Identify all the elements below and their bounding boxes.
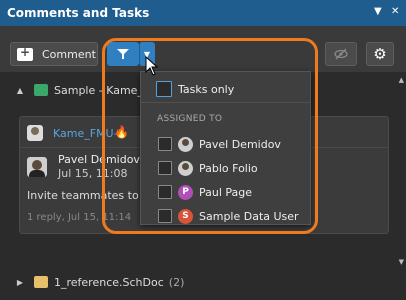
expanded-triangle-icon[interactable]: ▲ xyxy=(12,86,28,95)
pcb-document-icon xyxy=(34,84,48,96)
priority-icon: 🔥 xyxy=(114,125,129,139)
filter-dropdown-menu: Tasks only ASSIGNED TO Pavel Demidov Pab… xyxy=(140,71,311,225)
comment-author: Pavel Demidov xyxy=(58,153,140,166)
scroll-up-icon[interactable]: ▲ xyxy=(399,76,404,84)
toolbar: Comment ▼ ⚙ xyxy=(0,26,406,72)
tasks-only-checkbox[interactable] xyxy=(156,81,172,97)
collapsed-triangle-icon[interactable]: ▶ xyxy=(12,278,28,287)
assignee-option[interactable]: P Paul Page xyxy=(141,181,310,203)
assignee-option[interactable]: S Sample Data User xyxy=(141,205,310,227)
avatar xyxy=(178,160,193,176)
assignee-checkbox[interactable] xyxy=(158,209,172,223)
assignee-option[interactable]: Pavel Demidov xyxy=(141,133,310,155)
hide-resolved-button[interactable] xyxy=(325,42,357,66)
document-name: 1_reference.SchDoc xyxy=(54,275,164,289)
assignee-checkbox[interactable] xyxy=(158,137,172,151)
eye-off-icon xyxy=(334,48,348,60)
avatar: P xyxy=(178,184,193,200)
comment-count: (2) xyxy=(168,275,185,289)
close-icon[interactable]: ✕ xyxy=(391,6,399,17)
assignee-name: Sample Data User xyxy=(199,209,299,223)
avatar xyxy=(27,125,43,141)
schematic-document-icon xyxy=(34,276,48,288)
author-avatar xyxy=(27,157,47,177)
assignee-name: Pavel Demidov xyxy=(199,137,281,151)
mouse-cursor-icon xyxy=(145,56,159,76)
document-name: Sample - Kame_ xyxy=(54,83,143,97)
assigned-to-heading: ASSIGNED TO xyxy=(157,114,223,124)
panel-title: Comments and Tasks xyxy=(7,6,150,20)
panel-title-bar: Comments and Tasks ▼ ✕ xyxy=(0,0,406,26)
panel-menu-icon[interactable]: ▼ xyxy=(374,6,382,17)
assignee-option[interactable]: Pablo Folio xyxy=(141,157,310,179)
filter-button[interactable] xyxy=(107,42,139,66)
assignee-name: Paul Page xyxy=(199,185,253,199)
tasks-only-label: Tasks only xyxy=(178,82,235,96)
add-comment-icon xyxy=(17,45,33,61)
scroll-down-icon[interactable]: ▼ xyxy=(399,258,404,266)
avatar: S xyxy=(178,208,193,224)
assignee-checkbox[interactable] xyxy=(158,185,172,199)
avatar xyxy=(178,136,193,152)
settings-button[interactable]: ⚙ xyxy=(366,42,394,66)
assignee-name: Pablo Folio xyxy=(199,161,258,175)
gear-icon: ⚙ xyxy=(373,45,387,63)
add-comment-label: Comment xyxy=(42,47,96,61)
filter-icon xyxy=(117,49,129,59)
divider xyxy=(141,102,310,103)
assignee-checkbox[interactable] xyxy=(158,161,172,175)
comment-replies[interactable]: 1 reply, Jul 15, 11:14 xyxy=(27,212,131,223)
document-row[interactable]: ▶ 1_reference.SchDoc (2) xyxy=(0,269,395,295)
add-comment-button[interactable]: Comment xyxy=(10,42,98,66)
tasks-only-option[interactable]: Tasks only xyxy=(141,78,310,100)
comment-date: Jul 15, 11:08 xyxy=(58,167,128,180)
